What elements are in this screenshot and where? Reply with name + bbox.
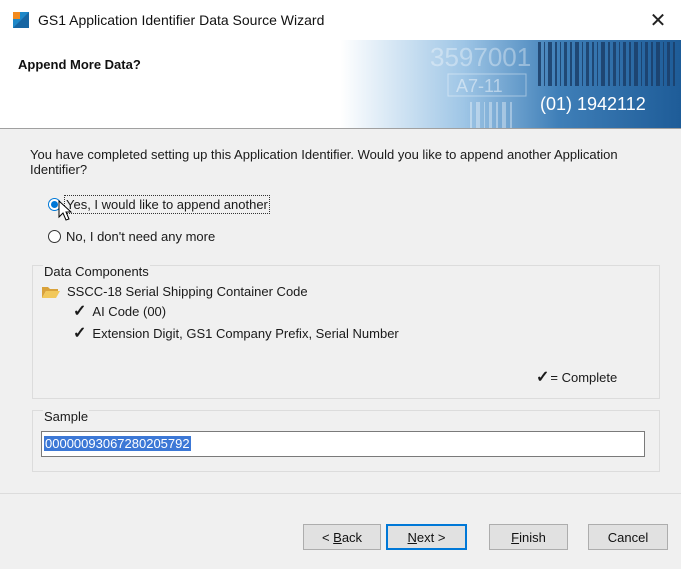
tree-child-label: AI Code (00) [92,304,167,319]
append-no-label[interactable]: No, I don't need any more [65,228,216,245]
finish-button[interactable]: Finish [489,524,568,550]
cancel-button[interactable]: Cancel [588,524,668,550]
sample-title: Sample [43,409,90,424]
next-button-accel: N [407,529,417,545]
tree-root-item[interactable]: SSCC-18 Serial Shipping Container Code [41,284,308,299]
instruction-text: You have completed setting up this Appli… [30,147,618,177]
wizard-window: GS1 Application Identifier Data Source W… [0,0,681,569]
data-components-title: Data Components [43,264,150,279]
complete-legend: ✓ = Complete [536,368,618,386]
banner-watermark-mid: A7-11 [456,76,503,96]
close-button[interactable]: ✕ [640,4,676,36]
folder-open-icon [42,286,60,298]
back-button-accel: B [333,529,342,545]
tree-root-label: SSCC-18 Serial Shipping Container Code [67,284,308,299]
sample-value-field[interactable]: 00000093067280205792 [41,431,645,457]
wizard-banner: 3597001 A7-11 (01) 1942112 Append More D… [0,40,681,128]
finish-button-rest: inish [519,529,546,545]
title-bar[interactable]: GS1 Application Identifier Data Source W… [0,0,681,40]
app-logo-icon [13,12,29,28]
window-title: GS1 Application Identifier Data Source W… [38,12,325,28]
mouse-pointer-icon [58,200,73,221]
back-button-prefix: < [321,529,334,545]
tree-child-label: Extension Digit, GS1 Company Prefix, Ser… [92,326,399,341]
sample-group: Sample 00000093067280205792 [32,409,660,472]
banner-divider [0,128,681,129]
next-button[interactable]: Next > [386,524,467,550]
banner-barcode-number: (01) 1942112 [540,94,646,114]
checkmark-icon: ✓ [73,302,87,320]
sample-value-text: 00000093067280205792 [44,436,191,451]
finish-button-accel: F [511,529,520,545]
page-title: Append More Data? [18,57,141,72]
checkmark-icon: ✓ [536,368,550,386]
append-yes-option[interactable]: Yes, I would like to append another [48,194,270,214]
append-no-option[interactable]: No, I don't need any more [48,226,216,246]
append-yes-label[interactable]: Yes, I would like to append another [64,194,270,214]
tree-child-item[interactable]: ✓ Extension Digit, GS1 Company Prefix, S… [73,324,399,342]
barcode-banner-graphic: 3597001 A7-11 (01) 1942112 [0,40,681,128]
footer-divider [0,493,681,494]
append-no-radio[interactable] [48,229,61,243]
next-button-rest: ext > [416,529,446,545]
tree-child-item[interactable]: ✓ AI Code (00) [73,302,167,320]
checkmark-icon: ✓ [73,324,87,342]
data-components-group: Data Components SSCC-18 Serial Shipping … [32,264,660,399]
back-button-rest: ack [341,529,363,545]
complete-legend-label: = Complete [550,370,618,385]
back-button[interactable]: < Back [303,524,381,550]
banner-watermark-top: 3597001 [430,42,531,72]
